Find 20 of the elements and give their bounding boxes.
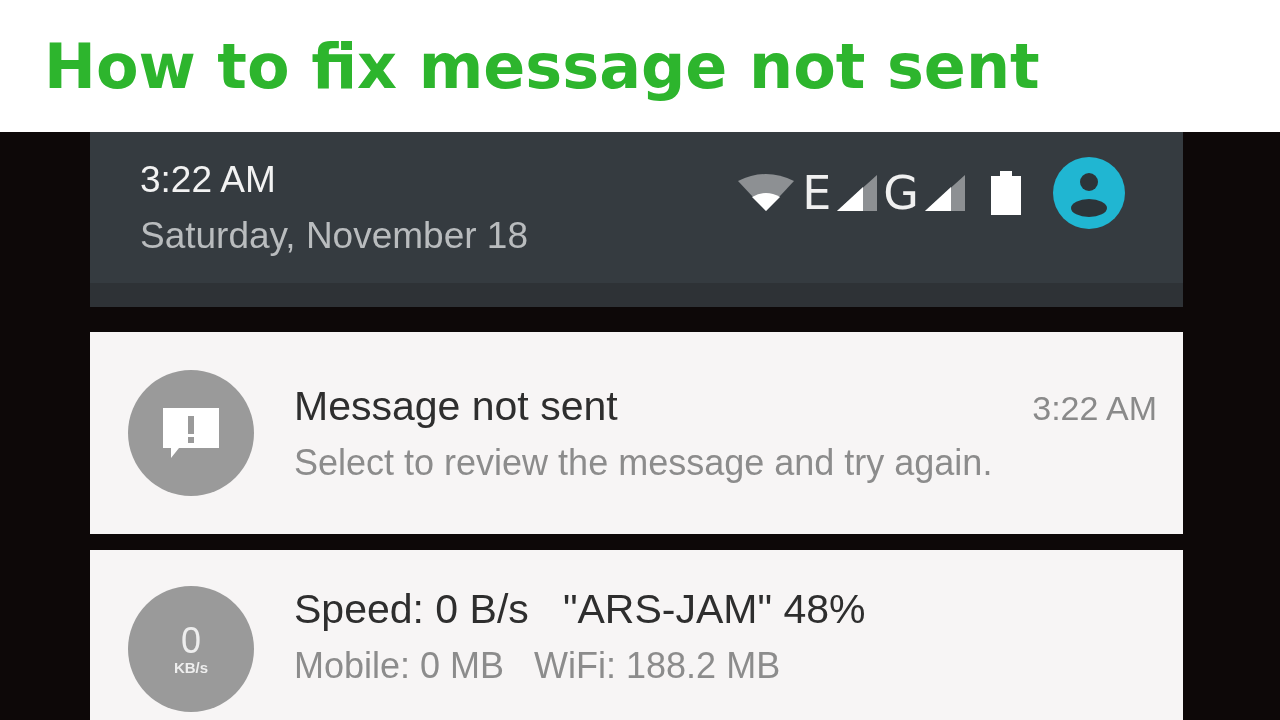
notification-text: Mobile: 0 MB WiFi: 188.2 MB — [294, 645, 782, 687]
notification-text: Select to review the message and try again. — [294, 441, 994, 484]
signal-icon — [925, 174, 965, 211]
notification-time: 3:22 AM — [1032, 388, 1157, 428]
date-text: Saturday, November 18 — [140, 214, 528, 257]
network-type-label: E — [802, 165, 832, 220]
message-alert-icon — [163, 408, 219, 458]
speed-unit: KB/s — [173, 658, 209, 676]
wifi-icon — [736, 172, 797, 213]
signal-icon — [837, 174, 878, 211]
account-icon[interactable] — [1053, 156, 1125, 229]
notification-card[interactable]: 0 KB/s Speed: 0 B/s "ARS-JAM" 48% Mobile: 0 MB WiFi: 188.2 MB — [90, 550, 1183, 720]
clock-time: 3:22 AM — [140, 158, 277, 201]
network-type-label: G — [883, 165, 919, 220]
notification-card[interactable]: Message not sent 3:22 AM Select to review the message and try again. — [90, 332, 1183, 534]
video-title: How to fix message not sent — [44, 29, 1040, 103]
notification-title: Message not sent — [294, 382, 618, 430]
battery-icon — [991, 170, 1021, 215]
notification-title: Speed: 0 B/s "ARS-JAM" 48% — [294, 586, 866, 633]
speed-value: 0 — [181, 622, 201, 659]
